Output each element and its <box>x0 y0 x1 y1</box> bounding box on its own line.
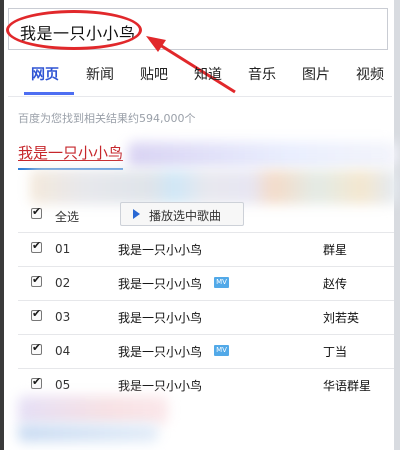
redacted-url-area <box>18 424 158 442</box>
tab-zhidao[interactable]: 知道 <box>194 64 222 84</box>
redacted-title-area <box>128 142 398 168</box>
active-tab-indicator <box>24 92 74 95</box>
search-tabs: 网页 新闻 贴吧 知道 音乐 图片 视频 <box>0 58 400 95</box>
result-title-link[interactable]: 我是一只小小鸟 <box>18 142 123 163</box>
song-artist[interactable]: 刘若英 <box>323 309 359 326</box>
song-number: 03 <box>55 310 71 324</box>
tab-video[interactable]: 视频 <box>356 64 384 84</box>
song-checkbox[interactable] <box>31 375 42 389</box>
result-count: 百度为您找到相关结果约594,000个 <box>18 112 196 125</box>
annotation-highlight-oval <box>6 10 142 50</box>
tab-images[interactable]: 图片 <box>302 64 330 84</box>
song-artist[interactable]: 群星 <box>323 241 347 258</box>
song-row[interactable]: 03 我是一只小小鸟 刘若英 <box>18 300 394 335</box>
song-artist[interactable]: 赵传 <box>323 275 347 292</box>
song-number: 04 <box>55 344 71 358</box>
select-all-label: 全选 <box>55 210 80 224</box>
song-number: 01 <box>55 242 71 256</box>
select-all-checkbox[interactable] <box>31 205 42 219</box>
tab-web[interactable]: 网页 <box>31 64 59 84</box>
mv-badge-icon[interactable]: MV <box>214 345 229 356</box>
song-title[interactable]: 我是一只小小鸟 <box>118 377 202 394</box>
song-title[interactable]: 我是一只小小鸟 <box>118 275 202 292</box>
song-title[interactable]: 我是一只小小鸟 <box>118 309 202 326</box>
song-number: 02 <box>55 276 71 290</box>
play-selected-button[interactable]: 播放选中歌曲 <box>120 202 244 226</box>
song-artist[interactable]: 华语群星 <box>323 377 371 394</box>
song-checkbox[interactable] <box>31 239 42 253</box>
song-row[interactable]: 02 我是一只小小鸟 MV 赵传 <box>18 266 394 301</box>
song-checkbox[interactable] <box>31 341 42 355</box>
tab-news[interactable]: 新闻 <box>86 64 114 84</box>
song-checkbox[interactable] <box>31 273 42 287</box>
redacted-footer-area <box>18 396 168 424</box>
play-selected-label: 播放选中歌曲 <box>149 209 222 223</box>
tab-tieba[interactable]: 贴吧 <box>140 64 168 84</box>
song-checkbox[interactable] <box>31 307 42 321</box>
mv-badge-icon[interactable]: MV <box>214 277 229 288</box>
tab-music[interactable]: 音乐 <box>248 64 276 84</box>
redacted-tabs-area <box>30 170 398 204</box>
song-row[interactable]: 01 我是一只小小鸟 群星 <box>18 232 394 267</box>
play-icon <box>133 209 140 219</box>
song-number: 05 <box>55 378 71 392</box>
song-artist[interactable]: 丁当 <box>323 343 347 360</box>
song-row[interactable]: 04 我是一只小小鸟 MV 丁当 <box>18 334 394 369</box>
tabs-divider <box>8 96 392 97</box>
song-title[interactable]: 我是一只小小鸟 <box>118 343 202 360</box>
song-title[interactable]: 我是一只小小鸟 <box>118 241 202 258</box>
